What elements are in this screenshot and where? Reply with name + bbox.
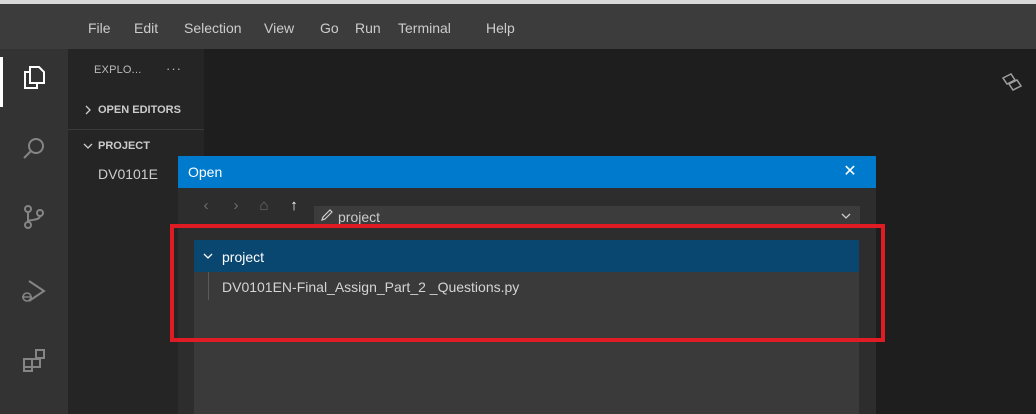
chevron-right-icon [85, 105, 91, 115]
tree-folder-project[interactable]: project [194, 240, 859, 272]
edit-icon [321, 209, 333, 221]
sidebar-file-item[interactable]: DV0101E [98, 166, 158, 182]
file-tree: project DV0101EN-Final_Assign_Part_2 _Qu… [194, 240, 859, 414]
up-arrow-icon[interactable]: ↑ [286, 198, 302, 214]
menu-run[interactable]: Run [355, 20, 381, 36]
menu-view[interactable]: View [264, 20, 294, 36]
section-open-editors[interactable]: OPEN EDITORS [68, 97, 204, 123]
menu-help[interactable]: Help [486, 20, 515, 36]
chevron-down-icon [203, 253, 213, 259]
chevron-down-icon [83, 143, 93, 149]
source-control-icon[interactable] [20, 203, 48, 231]
extensions-icon[interactable] [20, 347, 48, 375]
home-icon[interactable]: ⌂ [256, 198, 272, 214]
split-editor-icon[interactable] [999, 70, 1025, 96]
chevron-down-icon[interactable] [840, 210, 852, 222]
search-icon[interactable] [20, 135, 48, 163]
section-label: OPEN EDITORS [98, 104, 181, 116]
section-label: PROJECT [98, 140, 150, 152]
back-icon[interactable]: ‹ [198, 198, 214, 214]
dialog-title: Open [188, 164, 223, 180]
tree-folder-label: project [222, 249, 265, 265]
menu-go[interactable]: Go [320, 20, 339, 36]
explorer-icon[interactable] [20, 63, 48, 91]
more-actions-icon[interactable]: ··· [166, 61, 182, 76]
menu-selection[interactable]: Selection [184, 20, 242, 36]
menu-terminal[interactable]: Terminal [398, 20, 451, 36]
menu-file[interactable]: File [88, 20, 111, 36]
close-icon[interactable]: ✕ [838, 160, 862, 184]
run-debug-icon[interactable] [20, 277, 48, 305]
activity-bar [0, 49, 68, 414]
path-text: project [338, 209, 381, 225]
menu-edit[interactable]: Edit [134, 20, 158, 36]
active-indicator [0, 57, 3, 107]
dialog-nav-row: ‹ › ⌂ ↑ project [178, 188, 876, 226]
dialog-titlebar: Open ✕ [178, 156, 876, 188]
tree-file-item[interactable]: DV0101EN-Final_Assign_Part_2 _Questions.… [194, 272, 859, 300]
tree-file-label: DV0101EN-Final_Assign_Part_2 _Questions.… [222, 279, 520, 295]
forward-icon[interactable]: › [228, 198, 244, 214]
explorer-title: EXPLO... [94, 64, 142, 76]
section-divider [68, 129, 204, 130]
menu-bar: File Edit Selection View Go Run Terminal… [0, 4, 1036, 49]
path-input[interactable]: project [314, 206, 860, 226]
